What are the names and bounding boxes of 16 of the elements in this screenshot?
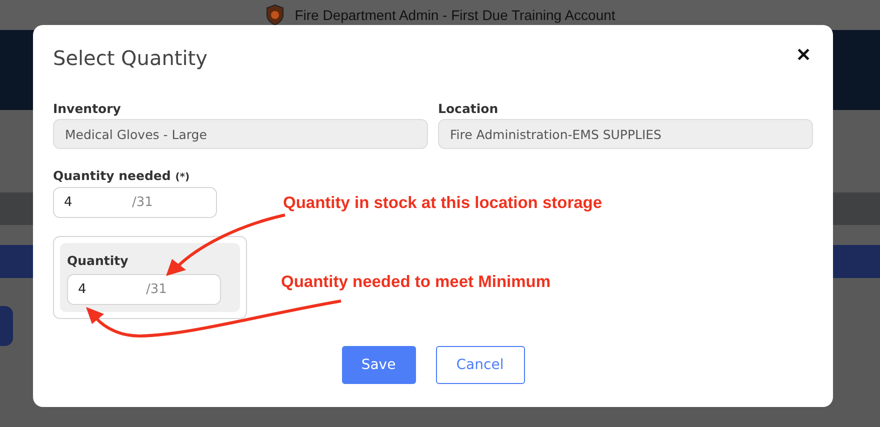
annotation: Quantity in stock at this location storage [283,194,602,213]
input-field[interactable]: 4 /31 [53,187,217,218]
read-only-field: Medical Gloves - Large [53,119,428,149]
close-button[interactable]: ✕ [792,44,815,66]
shield-icon [264,4,285,26]
field-label: Quantity [67,253,130,268]
save-button[interactable]: Save [342,346,416,384]
cancel-button[interactable]: Cancel [436,346,524,384]
input-field[interactable]: 4 /31 [67,274,221,305]
field-label: Inventory [53,101,122,116]
field-label: Location [438,101,500,116]
read-only-field: Fire Administration-EMS SUPPLIES [438,119,813,149]
dialog-title: Select Quantity [53,46,208,70]
field-label: Quantity needed (*) [53,168,191,183]
window-title: Fire Department Admin - First Due Training Account [294,7,616,23]
annotation: Quantity needed to meet Minimum [281,273,551,292]
